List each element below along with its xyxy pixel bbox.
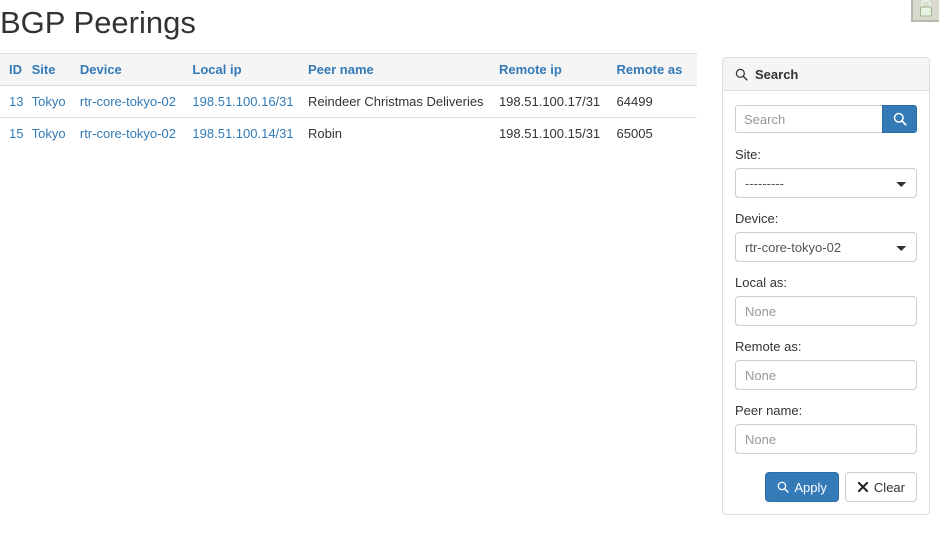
search-panel-buttons: Apply Clear — [735, 472, 917, 502]
field-peer-name: Peer name: — [735, 403, 917, 454]
page-title: BGP Peerings — [0, 5, 196, 40]
bgp-peerings-table: ID Site Device Local ip Peer name Remote… — [0, 53, 697, 149]
row-device-link[interactable]: rtr-core-tokyo-02 — [80, 126, 176, 141]
local-as-input[interactable] — [735, 296, 917, 326]
search-panel-body: Site: --------- Device: rtr-core-tokyo-0… — [723, 91, 929, 514]
clear-button[interactable]: Clear — [844, 472, 917, 502]
table-row: 13 Tokyo rtr-core-tokyo-02 198.51.100.16… — [0, 85, 697, 118]
search-icon — [735, 68, 748, 81]
column-header-peer-name[interactable]: Peer name — [308, 53, 499, 86]
cell-remote-ip: 198.51.100.15/31 — [498, 117, 617, 149]
field-remote-as: Remote as: — [735, 339, 917, 390]
lock-icon[interactable] — [911, 0, 939, 22]
cell-id: 15 — [0, 117, 32, 149]
table-header-row: ID Site Device Local ip Peer name Remote… — [0, 53, 697, 86]
column-header-id[interactable]: ID — [0, 53, 32, 86]
search-icon — [893, 112, 907, 126]
search-panel-heading: Search — [723, 58, 929, 91]
search-input[interactable] — [735, 105, 882, 133]
table-row: 15 Tokyo rtr-core-tokyo-02 198.51.100.14… — [0, 117, 697, 149]
column-header-remote-as[interactable]: Remote as — [616, 53, 697, 86]
field-site: Site: --------- — [735, 147, 917, 198]
field-label-local-as: Local as: — [735, 275, 788, 290]
close-x-icon — [857, 481, 869, 493]
search-submit-button[interactable] — [882, 105, 917, 133]
cell-remote-as: 65005 — [616, 117, 697, 149]
site-select[interactable]: --------- — [735, 168, 917, 198]
cell-peer-name: Robin — [308, 117, 499, 149]
cell-site: Tokyo — [31, 85, 80, 118]
search-panel-title: Search — [755, 66, 799, 82]
row-local-ip-link[interactable]: 198.51.100.16/31 — [192, 94, 293, 109]
column-header-site[interactable]: Site — [31, 53, 80, 86]
field-device: Device: rtr-core-tokyo-02 — [735, 211, 917, 262]
device-select[interactable]: rtr-core-tokyo-02 — [735, 232, 917, 262]
row-local-ip-link[interactable]: 198.51.100.14/31 — [192, 126, 293, 141]
page-root: BGP Peerings ID Site Device Local ip Pee… — [0, 0, 939, 533]
field-local-as: Local as: — [735, 275, 917, 326]
row-id-link[interactable]: 13 — [9, 94, 23, 109]
peer-name-input[interactable] — [735, 424, 917, 454]
cell-remote-ip: 198.51.100.17/31 — [498, 85, 617, 118]
field-label-remote-as: Remote as: — [735, 339, 802, 354]
apply-button[interactable]: Apply — [765, 472, 839, 502]
cell-remote-as: 64499 — [616, 85, 697, 118]
search-input-group — [735, 105, 917, 133]
cell-id: 13 — [0, 85, 32, 118]
field-label-peer-name: Peer name: — [735, 403, 803, 418]
table-body: 13 Tokyo rtr-core-tokyo-02 198.51.100.16… — [0, 85, 697, 149]
row-device-link[interactable]: rtr-core-tokyo-02 — [80, 94, 176, 109]
field-label-site: Site: — [735, 147, 762, 162]
apply-button-label: Apply — [794, 479, 827, 495]
cell-local-ip: 198.51.100.16/31 — [192, 85, 308, 118]
search-panel: Search Site: --------- — [722, 57, 930, 515]
cell-local-ip: 198.51.100.14/31 — [192, 117, 308, 149]
search-icon — [777, 481, 790, 493]
cell-peer-name: Reindeer Christmas Deliveries — [308, 85, 499, 118]
column-header-device[interactable]: Device — [79, 53, 193, 86]
cell-device: rtr-core-tokyo-02 — [79, 85, 193, 118]
remote-as-input[interactable] — [735, 360, 917, 390]
row-id-link[interactable]: 15 — [9, 126, 23, 141]
row-site-link[interactable]: Tokyo — [32, 126, 66, 141]
table-header: ID Site Device Local ip Peer name Remote… — [0, 53, 697, 86]
row-site-link[interactable]: Tokyo — [32, 94, 66, 109]
field-label-device: Device: — [735, 211, 779, 226]
cell-device: rtr-core-tokyo-02 — [79, 117, 193, 149]
table-container: ID Site Device Local ip Peer name Remote… — [0, 53, 697, 149]
column-header-local-ip[interactable]: Local ip — [192, 53, 308, 86]
clear-button-label: Clear — [873, 479, 905, 495]
column-header-remote-ip[interactable]: Remote ip — [498, 53, 617, 86]
cell-site: Tokyo — [31, 117, 80, 149]
